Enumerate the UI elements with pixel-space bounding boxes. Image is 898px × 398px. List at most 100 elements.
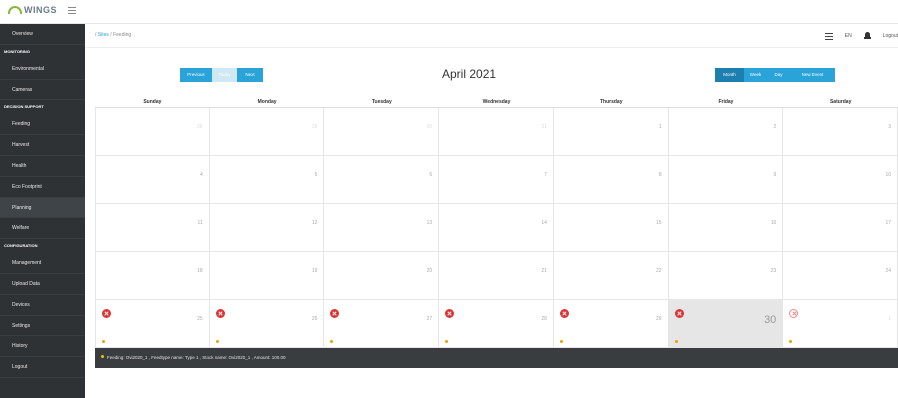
day-number: 4 [199,172,203,178]
sidebar-item-health[interactable]: Health [0,156,85,177]
weekday-label-saturday: Saturday [829,99,852,105]
day-number: 26 [311,316,318,322]
calendar-day-cell[interactable]: 25 [95,300,210,348]
calendar-day-cell[interactable]: 6 [324,156,440,204]
calendar-day-cell[interactable]: 21 [439,252,554,300]
calendar-day-cell[interactable]: 16 [668,204,784,252]
sidebar-item-eco-footprint[interactable]: Eco Footprint [0,177,85,198]
event-dot-icon[interactable] [789,340,793,343]
calendar-day-cell[interactable]: 7 [439,156,554,204]
calendar-day-cell[interactable]: 11 [95,204,210,252]
week-view-button[interactable]: Week [744,68,767,82]
sidebar-item-feeding[interactable]: Feeding [0,114,85,136]
calendar-day-cell[interactable]: 1 [783,300,898,348]
bell-icon[interactable] [863,32,871,40]
calendar-day-cell[interactable]: 22 [553,252,669,300]
calendar-day-cell[interactable]: 31 [439,108,554,156]
calendar-day-cell[interactable]: 18 [95,252,210,300]
day-number: 10 [885,172,892,178]
sidebar-item-planning[interactable]: Planning [0,197,85,219]
sidebar-item-welfare[interactable]: Welfare [0,218,85,240]
calendar-day-cell[interactable]: 3 [783,108,898,156]
sidebar-item-overview[interactable]: Overview [0,24,85,45]
calendar-day-cell[interactable]: 4 [95,156,210,204]
sidebar-item-logout[interactable]: Logout [0,357,85,378]
breadcrumb: / Sites / Feeding [95,32,131,38]
weekday-label-sunday: Sunday [143,99,162,105]
calendar-day-cell[interactable]: 28 [439,300,554,348]
calendar-day-cell[interactable]: 13 [324,204,440,252]
calendar-day-cell[interactable]: 20 [324,252,440,300]
sidebar-item-settings[interactable]: Settings [0,316,85,337]
calendar-day-cell[interactable]: 26 [209,300,325,348]
sidebar-item-environmental[interactable]: Environmental [0,59,85,80]
calendar-day-cell[interactable]: 14 [439,204,554,252]
calendar-day-cell[interactable]: 15 [553,204,669,252]
sidebar-item-history[interactable]: History [0,336,85,358]
breadcrumb-link-sites[interactable]: Sites [98,32,109,38]
month-view-button[interactable]: Month [715,68,744,82]
logo-swoosh-icon [8,6,22,14]
today-button[interactable]: Today [212,68,237,82]
calendar-day-cell[interactable]: 27 [324,300,440,348]
day-view-button[interactable]: Day [767,68,790,82]
remove-event-icon[interactable] [674,309,684,318]
sidebar-item-management[interactable]: Management [0,253,85,274]
day-number: 29 [656,316,662,322]
weekday-label-friday: Friday [718,99,734,105]
event-dot-icon[interactable] [215,340,219,343]
calendar-day-cell[interactable]: 24 [783,252,898,300]
calendar-day-cell[interactable]: 29 [209,108,325,156]
calendar-title: April 2021 [442,67,497,81]
day-number: 5 [314,172,318,178]
calendar-grid: 28 29 30 31 1 2 3 4 5 6 7 8 9 10 11 12 13 14 15 16 17 18 19 20 2… [95,108,898,348]
calendar-day-cell[interactable]: 30 [324,108,440,156]
event-dot-icon[interactable] [674,340,678,343]
day-number: 19 [311,268,318,274]
calendar-day-cell[interactable]: 8 [553,156,669,204]
new-event-button[interactable]: New Event [790,68,835,82]
calendar-day-cell[interactable]: 12 [209,204,325,252]
remove-event-icon[interactable] [559,309,569,318]
calendar-day-cell[interactable]: 29 [553,300,669,348]
breadcrumb-prefix: / [95,32,97,38]
calendar-day-cell[interactable]: 5 [209,156,325,204]
calendar-day-cell[interactable]: 28 [95,108,210,156]
previous-button[interactable]: Previous [180,68,212,82]
event-status-bar: Feeding: Ovi2020_1 , Feedtype name: Type… [95,348,898,368]
day-number: 25 [197,316,203,322]
day-number: 28 [197,124,203,130]
language-selector[interactable]: EN [845,33,852,39]
calendar-day-cell-today[interactable]: 30 [668,300,784,348]
sidebar-item-cameras[interactable]: Cameras [0,80,85,101]
event-dot-icon[interactable] [330,340,334,343]
app-logo[interactable]: WINGS [8,5,57,15]
day-number: 15 [656,220,662,226]
sidebar-item-upload-data[interactable]: Upload Data [0,274,85,295]
calendar-week-row: 18 19 20 21 22 23 24 [95,252,898,300]
calendar-day-cell[interactable]: 17 [783,204,898,252]
event-dot-icon[interactable] [102,340,105,343]
calendar-day-cell[interactable]: 9 [668,156,784,204]
logout-link[interactable]: Logout [883,33,898,39]
calendar-week-row: 25 26 27 28 29 30 1 [95,300,898,348]
list-menu-icon[interactable] [824,32,833,40]
weekday-label-thursday: Thursday [599,99,623,105]
calendar-day-cell[interactable]: 2 [668,108,784,156]
remove-event-icon[interactable] [102,309,111,318]
remove-event-icon[interactable] [789,309,799,318]
remove-event-icon[interactable] [330,309,340,318]
event-dot-icon[interactable] [559,340,563,343]
calendar-day-cell[interactable]: 23 [668,252,784,300]
calendar-day-cell[interactable]: 1 [553,108,669,156]
sidebar-item-harvest[interactable]: Harvest [0,135,85,156]
remove-event-icon[interactable] [215,309,225,318]
sidebar-item-devices[interactable]: Devices [0,295,85,316]
hamburger-menu-icon[interactable] [68,7,76,15]
calendar-day-cell[interactable]: 10 [783,156,898,204]
calendar-day-cell[interactable]: 19 [209,252,325,300]
remove-event-icon[interactable] [445,309,455,318]
next-button[interactable]: Next [237,68,263,82]
event-dot-icon[interactable] [445,340,449,343]
day-number: 29 [311,124,318,130]
